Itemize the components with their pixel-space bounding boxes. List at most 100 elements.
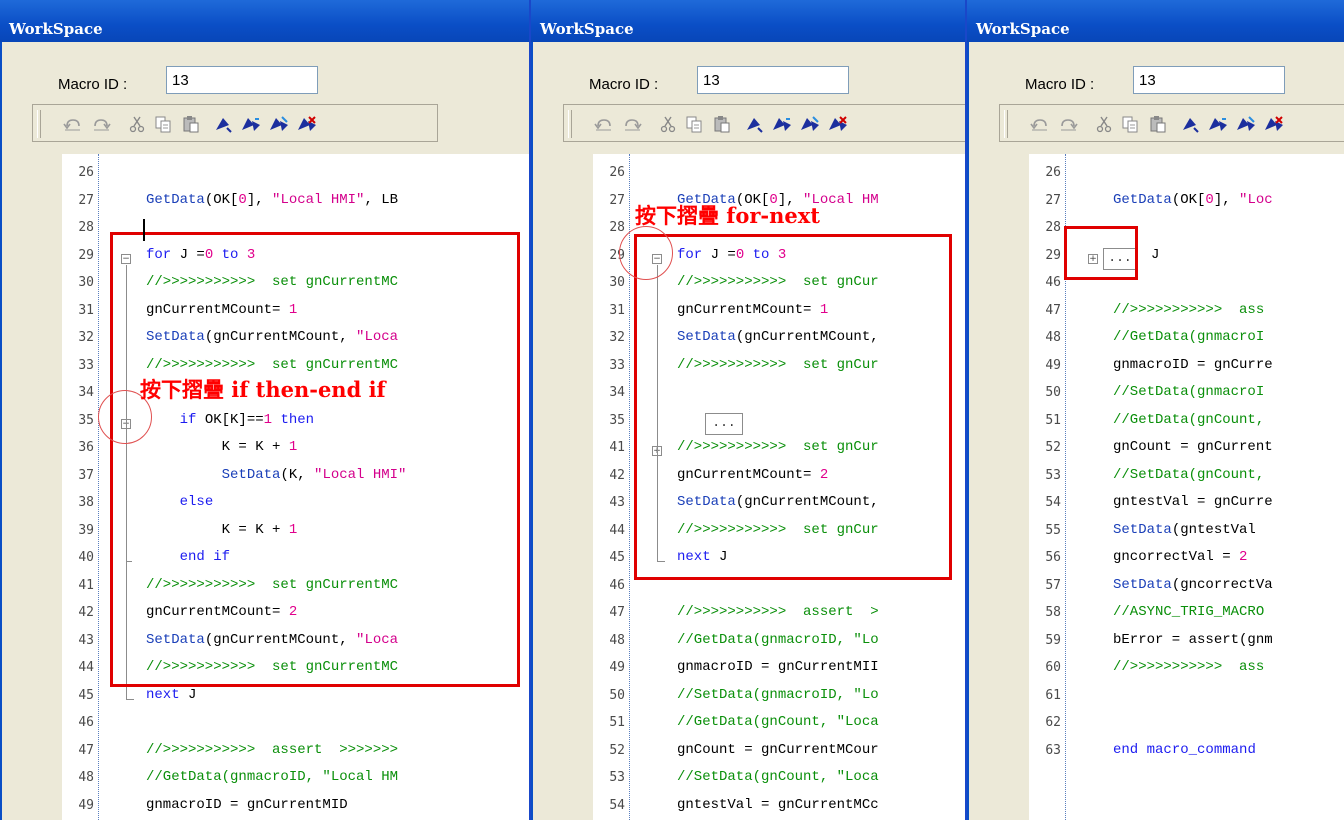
macro-id-input[interactable]	[697, 66, 849, 94]
toolbar-grip[interactable]	[37, 110, 41, 138]
redo-icon[interactable]	[620, 113, 644, 135]
annotation-label: 按下摺疊 for-next	[635, 203, 820, 228]
redo-icon[interactable]	[1056, 113, 1080, 135]
bookmark-next-icon[interactable]	[1206, 113, 1230, 135]
collapsed-line-suffix[interactable]: J	[1151, 247, 1159, 263]
undo-icon[interactable]	[1028, 113, 1052, 135]
panel-body: Macro ID : 26 27 GetData(OK[0], "Loc 28 29 46…	[967, 42, 1344, 820]
line-number: 61	[1045, 687, 1061, 703]
code-line[interactable]: //SetData(gnmacroID, "Lo	[677, 687, 879, 703]
paste-icon[interactable]	[710, 113, 734, 135]
bookmark-clear-icon[interactable]	[1262, 113, 1286, 135]
bookmark-next-icon[interactable]	[239, 113, 263, 135]
code-line[interactable]: GetData(OK[0], "Loc	[1113, 192, 1273, 208]
cut-icon[interactable]	[125, 113, 149, 135]
code-line[interactable]: gnCount = gnCurrentMCour	[677, 742, 879, 758]
line-number: 33	[609, 357, 625, 373]
macro-id-label: Macro ID :	[1025, 76, 1095, 93]
line-number: 55	[1045, 522, 1061, 538]
code-line[interactable]: SetData(gncorrectVa	[1113, 577, 1273, 593]
code-line[interactable]: //ASYNC_TRIG_MACRO	[1113, 604, 1264, 620]
code-line[interactable]: gnmacroID = gnCurrentMID	[146, 797, 348, 813]
code-line[interactable]: bError = assert(gnm	[1113, 632, 1273, 648]
line-number: 48	[1045, 330, 1061, 345]
toolbar-grip[interactable]	[1004, 110, 1008, 138]
line-number: 46	[609, 577, 625, 593]
bookmark-prev-icon[interactable]	[1234, 113, 1258, 135]
code-line[interactable]: gntestVal = gnCurrentMCc	[677, 797, 879, 813]
bookmark-icon[interactable]	[742, 113, 766, 135]
title-bar: WorkSpace	[0, 0, 529, 42]
code-line[interactable]: end macro_command	[1113, 742, 1256, 758]
bookmark-next-icon[interactable]	[770, 113, 794, 135]
bookmark-icon[interactable]	[1178, 113, 1202, 135]
code-line[interactable]: //>>>>>>>>>>> assert >>>>>>>	[146, 742, 398, 758]
code-line[interactable]: gnmacroID = gnCurrentMII	[677, 659, 879, 675]
line-number: 63	[1045, 742, 1061, 758]
line-number: 50	[609, 687, 625, 703]
workspace-panel-3: WorkSpace Macro ID : 26 27 GetData(OK[0], …	[965, 0, 1344, 820]
paste-icon[interactable]	[179, 113, 203, 135]
line-number: 28	[78, 220, 94, 235]
code-line[interactable]: //SetData(gnCount,	[1113, 467, 1264, 483]
line-number: 26	[609, 165, 625, 180]
fold-guide-tick	[126, 698, 134, 700]
code-line[interactable]: gncorrectVal = 2	[1113, 549, 1247, 565]
code-line[interactable]: //GetData(gnmacroI	[1113, 329, 1264, 345]
text-caret	[143, 219, 145, 241]
code-line[interactable]: //GetData(gnCount, "Loca	[677, 714, 879, 730]
code-line[interactable]: gnmacroID = gnCurre	[1113, 357, 1273, 373]
redo-icon[interactable]	[89, 113, 113, 135]
editor-toolbar	[32, 104, 438, 142]
line-number: 27	[609, 192, 625, 208]
line-number: 47	[609, 605, 625, 620]
copy-icon[interactable]	[1118, 113, 1142, 135]
code-line[interactable]: gntestVal = gnCurre	[1113, 494, 1273, 510]
code-line[interactable]: //GetData(gnCount,	[1113, 412, 1264, 428]
highlight-box	[634, 234, 952, 580]
code-line[interactable]: //GetData(gnmacroID, "Lo	[677, 632, 879, 648]
bookmark-prev-icon[interactable]	[798, 113, 822, 135]
line-number: 50	[1045, 385, 1061, 400]
bookmark-clear-icon[interactable]	[295, 113, 319, 135]
annotation-label: 按下摺疊 if then-end if	[140, 377, 386, 402]
code-line[interactable]: next J	[146, 687, 196, 703]
code-line[interactable]: SetData(gntestVal	[1113, 522, 1256, 538]
line-number: 29	[78, 247, 94, 263]
line-number: 47	[1045, 302, 1061, 318]
code-line[interactable]: GetData(OK[0], "Local HMI", LB	[146, 192, 398, 208]
line-number: 37	[78, 467, 94, 483]
line-number: 45	[78, 687, 94, 703]
code-line[interactable]: //SetData(gnCount, "Loca	[677, 769, 879, 785]
cut-icon[interactable]	[1092, 113, 1116, 135]
code-line[interactable]: //>>>>>>>>>>> assert >	[677, 604, 879, 620]
line-number: 57	[1045, 577, 1061, 593]
toolbar-grip[interactable]	[568, 110, 572, 138]
code-line[interactable]: //>>>>>>>>>>> ass	[1113, 302, 1264, 318]
macro-id-input[interactable]	[1133, 66, 1285, 94]
code-line[interactable]: gnCount = gnCurrent	[1113, 439, 1273, 455]
copy-icon[interactable]	[151, 113, 175, 135]
undo-icon[interactable]	[592, 113, 616, 135]
cut-icon[interactable]	[656, 113, 680, 135]
paste-icon[interactable]	[1146, 113, 1170, 135]
bookmark-icon[interactable]	[211, 113, 235, 135]
line-number: 53	[609, 770, 625, 785]
bookmark-prev-icon[interactable]	[267, 113, 291, 135]
macro-id-input[interactable]	[166, 66, 318, 94]
window-title: WorkSpace	[540, 20, 634, 38]
bookmark-clear-icon[interactable]	[826, 113, 850, 135]
code-line[interactable]: //SetData(gnmacroI	[1113, 384, 1264, 400]
line-number: 32	[78, 330, 94, 345]
line-number: 30	[609, 275, 625, 290]
undo-icon[interactable]	[61, 113, 85, 135]
line-number: 46	[1045, 275, 1061, 290]
code-editor[interactable]: 26 27 GetData(OK[0], "Loc 28 29 46 47 //>>>>>>>…	[969, 154, 1344, 820]
line-number: 43	[609, 495, 625, 510]
editor-toolbar	[563, 104, 965, 142]
left-margin	[969, 154, 1029, 820]
copy-icon[interactable]	[682, 113, 706, 135]
code-line[interactable]: //>>>>>>>>>>> ass	[1113, 659, 1264, 675]
code-line[interactable]: //GetData(gnmacroID, "Local HM	[146, 769, 398, 785]
window-title: WorkSpace	[9, 20, 103, 38]
